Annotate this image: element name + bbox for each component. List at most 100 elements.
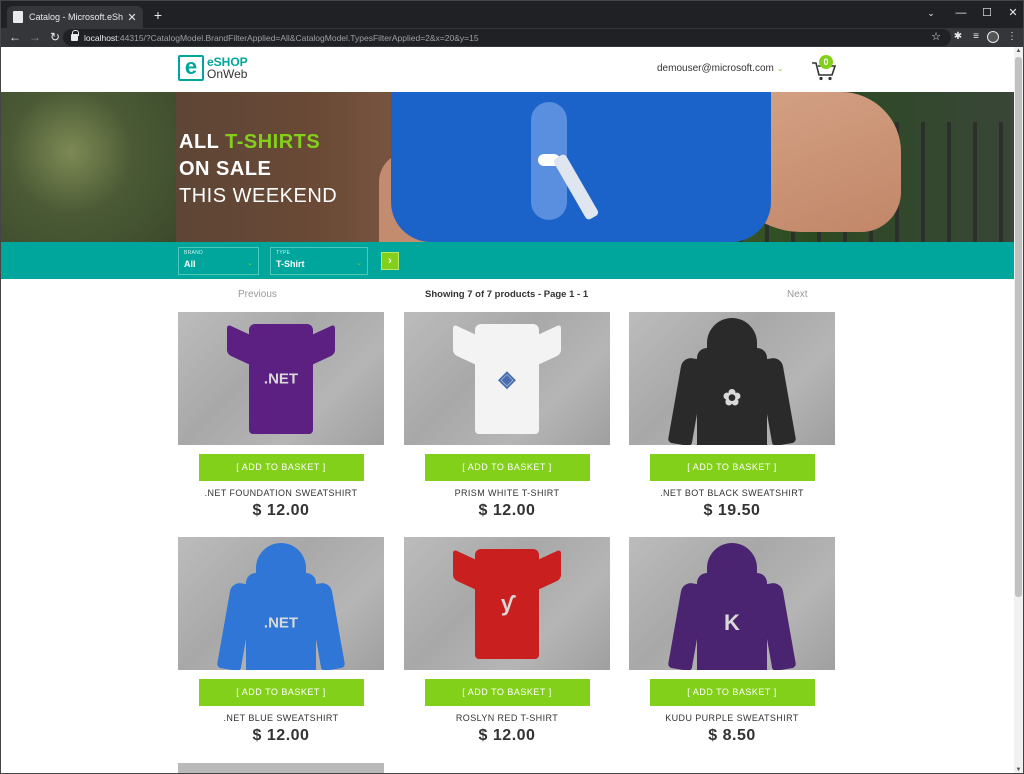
product-card: ✿ [ ADD TO BASKET ] .NET BOT BLACK SWEATSH… xyxy=(629,312,835,520)
lock-icon[interactable] xyxy=(71,30,79,41)
tshirt-graphic: .NET xyxy=(227,324,335,434)
chevron-down-icon: ⌄ xyxy=(776,64,784,73)
profile-avatar-icon[interactable] xyxy=(987,31,999,43)
garment-print: .NET xyxy=(263,614,299,632)
product-name: .NET BOT BLACK SWEATSHIRT xyxy=(660,488,804,498)
pager-previous-link[interactable]: Previous xyxy=(238,289,277,300)
url-host: localhost xyxy=(84,32,118,43)
garment-print: ✿ xyxy=(722,385,742,410)
product-name: ROSLYN RED T-SHIRT xyxy=(455,713,559,723)
browser-toolbar: ← → ↻ localhost:44315/?CatalogModel.Bran… xyxy=(1,28,1023,47)
product-image: .NET xyxy=(178,537,384,670)
hoodie-graphic: ✿ xyxy=(667,318,797,445)
hoodie-graphic: .NET xyxy=(216,543,346,670)
product-card: ƴ [ ADD TO BASKET ] ROSLYN RED T-SHIRT $ 12… xyxy=(404,537,610,745)
garment-part xyxy=(707,543,757,587)
product-card: ◈ [ ADD TO BASKET ] PRISM WHITE T-SHIRT $ 1… xyxy=(404,312,610,520)
tab-close-icon[interactable]: ✕ xyxy=(127,11,137,24)
add-to-basket-button[interactable]: [ ADD TO BASKET ] xyxy=(198,454,364,481)
hero-line-3: THIS WEEKEND xyxy=(179,185,338,207)
hero-headline: ALL T-SHIRTS ON SALE THIS WEEKEND xyxy=(179,129,337,210)
forward-arrow-icon[interactable]: → xyxy=(27,29,43,45)
product-image: ◈ xyxy=(404,312,610,445)
hero-banner: ALL T-SHIRTS ON SALE THIS WEEKEND xyxy=(1,92,1014,242)
add-to-basket-button[interactable]: [ ADD TO BASKET ] xyxy=(424,679,590,706)
url-path: :44315/?CatalogModel.BrandFilterApplied=… xyxy=(117,32,479,43)
garment-part xyxy=(707,318,757,362)
new-tab-button[interactable]: + xyxy=(151,7,165,23)
brand-filter-select[interactable]: BRAND All ⌄ xyxy=(178,247,259,275)
product-image: ✿ xyxy=(629,312,835,445)
product-price: $ 8.50 xyxy=(708,727,756,744)
type-filter-label: TYPE xyxy=(276,250,291,256)
close-window-button[interactable]: ✕ xyxy=(999,4,1023,22)
eshop-logo[interactable]: e eSHOP OnWeb xyxy=(178,55,248,81)
address-bar[interactable]: localhost:44315/?CatalogModel.BrandFilte… xyxy=(63,29,951,46)
add-to-basket-button[interactable]: [ ADD TO BASKET ] xyxy=(424,454,590,481)
scroll-up-icon[interactable]: ▲ xyxy=(1015,48,1022,55)
garment-print: ƴ xyxy=(500,591,514,616)
pager-info: Showing 7 of 7 products - Page 1 - 1 xyxy=(425,289,589,300)
tab-title: Catalog - Microsoft.eShopOnWe xyxy=(29,12,123,22)
product-name: KUDU PURPLE SWEATSHIRT xyxy=(665,713,799,723)
product-price: $ 12.00 xyxy=(478,502,536,519)
logo-line-onweb: OnWeb xyxy=(207,67,248,81)
basket-count-badge: 0 xyxy=(819,55,833,69)
hero-shirt-image xyxy=(391,92,771,242)
product-name: .NET FOUNDATION SWEATSHIRT xyxy=(204,488,358,498)
product-price: $ 12.00 xyxy=(252,502,310,519)
hero-line-1-plain: ALL xyxy=(179,131,226,153)
add-to-basket-button[interactable]: [ ADD TO BASKET ] xyxy=(649,454,815,481)
product-image xyxy=(178,763,384,773)
bookmark-star-icon[interactable]: ☆ xyxy=(931,30,941,43)
extensions-icon[interactable]: ✱ xyxy=(951,30,965,44)
chevron-down-icon: ⌄ xyxy=(247,260,253,267)
hero-line-2: ON SALE xyxy=(179,158,272,180)
user-email: demouser@microsoft.com xyxy=(657,63,774,74)
product-card: K [ ADD TO BASKET ] KUDU PURPLE SWEATSHIRT… xyxy=(629,537,835,745)
hoodie-graphic: K xyxy=(667,543,797,670)
back-arrow-icon[interactable]: ← xyxy=(7,29,23,45)
tab-catalog[interactable]: Catalog - Microsoft.eShopOnWe ✕ xyxy=(7,6,143,28)
page-viewport: e eSHOP OnWeb demouser@microsoft.com ⌄ 0 xyxy=(1,47,1014,773)
garment-print: ◈ xyxy=(498,366,516,391)
tshirt-graphic: ƴ xyxy=(453,549,561,659)
product-image: K xyxy=(629,537,835,670)
product-name: .NET BLUE SWEATSHIRT xyxy=(223,713,339,723)
site-header: e eSHOP OnWeb demouser@microsoft.com ⌄ 0 xyxy=(1,47,1014,92)
pager-next-link[interactable]: Next xyxy=(787,289,808,300)
garment-print: .NET xyxy=(263,370,299,388)
pager: Previous Showing 7 of 7 products - Page … xyxy=(1,287,1014,303)
garment-print: K xyxy=(724,610,740,635)
maximize-button[interactable]: ☐ xyxy=(973,4,1001,22)
hero-line-1-accent: T-SHIRTS xyxy=(225,131,321,153)
tshirt-graphic: ◈ xyxy=(453,324,561,434)
product-image: .NET xyxy=(178,312,384,445)
apply-filter-button[interactable]: › xyxy=(381,252,399,270)
scroll-down-icon[interactable]: ▼ xyxy=(1015,767,1022,773)
logo-mark: e xyxy=(178,55,204,81)
type-filter-select[interactable]: TYPE T-Shirt ⌄ xyxy=(270,247,368,275)
browser-menu-icon[interactable]: ⋮ xyxy=(1005,30,1019,44)
media-control-icon[interactable]: ≡ xyxy=(969,30,983,44)
tab-strip: Catalog - Microsoft.eShopOnWe ✕ + ⌄ — ☐ … xyxy=(1,1,1023,28)
product-price: $ 19.50 xyxy=(703,502,761,519)
user-menu[interactable]: demouser@microsoft.com ⌄ xyxy=(657,63,784,74)
url-text: localhost:44315/?CatalogModel.BrandFilte… xyxy=(84,33,479,43)
filter-bar: BRAND All ⌄ TYPE T-Shirt ⌄ › xyxy=(1,242,1014,279)
chevron-down-icon: ⌄ xyxy=(356,260,362,267)
reload-icon[interactable]: ↻ xyxy=(47,29,63,45)
add-to-basket-button[interactable]: [ ADD TO BASKET ] xyxy=(198,679,364,706)
scrollbar-thumb[interactable] xyxy=(1015,57,1022,597)
browser-window: Catalog - Microsoft.eShopOnWe ✕ + ⌄ — ☐ … xyxy=(0,0,1024,774)
logo-text: eSHOP OnWeb xyxy=(207,56,248,80)
brand-filter-value: All xyxy=(184,259,196,269)
tab-search-icon[interactable]: ⌄ xyxy=(917,4,945,22)
add-to-basket-button[interactable]: [ ADD TO BASKET ] xyxy=(649,679,815,706)
minimize-button[interactable]: — xyxy=(947,4,975,22)
product-image: ƴ xyxy=(404,537,610,670)
product-card: .NET [ ADD TO BASKET ] .NET BLUE SWEATSHIR… xyxy=(178,537,384,745)
product-card: .NET [ ADD TO BASKET ] .NET FOUNDATION SWE… xyxy=(178,312,384,520)
basket-button[interactable]: 0 xyxy=(811,55,837,81)
page-scrollbar[interactable]: ▲ ▼ xyxy=(1014,47,1023,773)
